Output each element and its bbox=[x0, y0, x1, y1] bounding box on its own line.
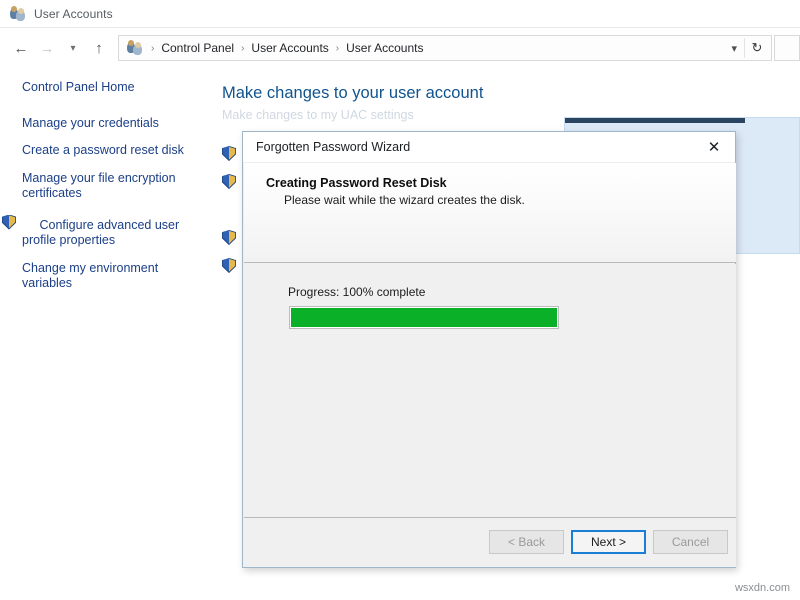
breadcrumb-item-control-panel[interactable]: Control Panel bbox=[158, 39, 237, 57]
dialog-header-band: Creating Password Reset Disk Please wait… bbox=[244, 163, 736, 263]
chevron-down-icon[interactable]: ▾ bbox=[60, 35, 86, 61]
arrow-right-icon[interactable]: → bbox=[34, 35, 60, 61]
sidebar-item-advanced-user-profile[interactable]: Configure advanced user profile properti… bbox=[22, 214, 198, 249]
dialog-title: Forgotten Password Wizard bbox=[243, 140, 410, 154]
shield-icon bbox=[2, 215, 16, 230]
user-accounts-icon bbox=[10, 6, 26, 22]
breadcrumb-item-user-accounts-2[interactable]: User Accounts bbox=[343, 39, 426, 57]
sidebar-item-manage-credentials[interactable]: Manage your credentials bbox=[22, 116, 198, 132]
page-title: Make changes to your user account bbox=[222, 84, 483, 103]
sidebar-item-create-password-reset-disk[interactable]: Create a password reset disk bbox=[22, 143, 198, 159]
dialog-titlebar: Forgotten Password Wizard ✕ bbox=[243, 132, 735, 163]
shield-icon bbox=[222, 146, 236, 161]
navigation-bar: ← → ▾ ↑ › Control Panel › User Accounts … bbox=[0, 28, 800, 68]
window-titlebar: User Accounts bbox=[0, 0, 800, 28]
dialog-content: Progress: 100% complete bbox=[244, 264, 736, 517]
progress-label: Progress: 100% complete bbox=[288, 285, 425, 299]
breadcrumb-separator: › bbox=[147, 43, 158, 54]
sidebar-item-control-panel-home[interactable]: Control Panel Home bbox=[22, 80, 198, 96]
obscured-content-row: Make changes to my UAC settings bbox=[222, 108, 582, 122]
arrow-up-icon[interactable]: ↑ bbox=[86, 35, 112, 61]
shield-icon bbox=[222, 258, 236, 273]
watermark: wsxdn.com bbox=[735, 582, 790, 594]
sidebar: Control Panel Home Manage your credentia… bbox=[0, 68, 208, 600]
panel-accent-bar bbox=[565, 118, 745, 123]
address-chevron-down-icon[interactable]: ▾ bbox=[724, 42, 744, 55]
forgotten-password-wizard-dialog: Forgotten Password Wizard ✕ Creating Pas… bbox=[242, 131, 736, 568]
breadcrumb-separator: › bbox=[332, 43, 343, 54]
breadcrumb-item-user-accounts[interactable]: User Accounts bbox=[248, 39, 331, 57]
close-icon[interactable]: ✕ bbox=[693, 132, 735, 163]
shield-icon bbox=[222, 230, 236, 245]
breadcrumb-separator: › bbox=[237, 43, 248, 54]
search-input[interactable] bbox=[774, 35, 800, 61]
window-title: User Accounts bbox=[34, 7, 113, 21]
shield-icon bbox=[222, 174, 236, 189]
sidebar-item-label: Configure advanced user profile properti… bbox=[22, 218, 179, 248]
address-user-accounts-icon bbox=[127, 40, 143, 56]
sidebar-item-file-encryption-certificates[interactable]: Manage your file encryption certificates bbox=[22, 171, 198, 202]
dialog-footer: < Back Next > Cancel bbox=[244, 517, 736, 567]
dialog-header-subtitle: Please wait while the wizard creates the… bbox=[284, 193, 525, 207]
breadcrumb: › Control Panel › User Accounts › User A… bbox=[147, 39, 724, 57]
back-button[interactable]: < Back bbox=[489, 530, 564, 554]
shield-icon-column bbox=[222, 146, 238, 273]
cancel-button[interactable]: Cancel bbox=[653, 530, 728, 554]
arrow-left-icon[interactable]: ← bbox=[8, 35, 34, 61]
refresh-icon[interactable]: ↻ bbox=[745, 36, 769, 60]
next-button[interactable]: Next > bbox=[571, 530, 646, 554]
progress-bar bbox=[289, 306, 559, 329]
address-bar[interactable]: › Control Panel › User Accounts › User A… bbox=[118, 35, 772, 61]
app-window: User Accounts ← → ▾ ↑ › Control Panel › … bbox=[0, 0, 800, 600]
dialog-header-title: Creating Password Reset Disk bbox=[266, 176, 447, 190]
sidebar-item-environment-variables[interactable]: Change my environment variables bbox=[22, 261, 198, 292]
progress-bar-fill bbox=[291, 308, 557, 327]
